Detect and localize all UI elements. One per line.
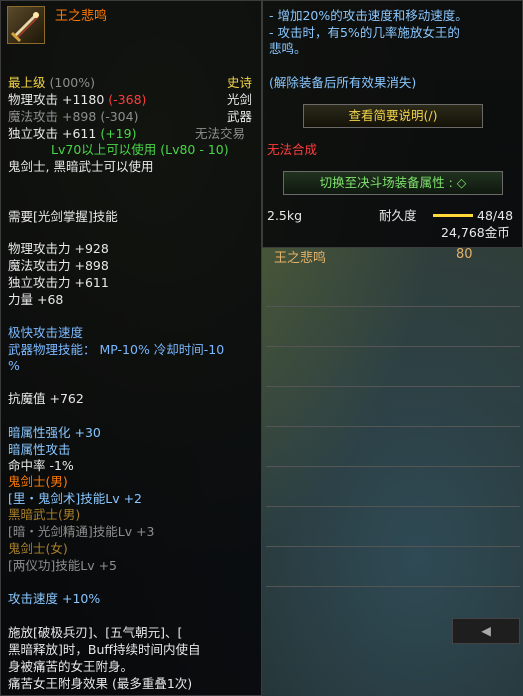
list-slot[interactable] <box>266 356 520 387</box>
list-row-value: 80 <box>456 247 473 262</box>
stat-str: 力量 +68 <box>8 292 64 307</box>
list-slot[interactable] <box>266 436 520 467</box>
desc-line-3: 身被痛苦的女王附身。 <box>8 659 134 674</box>
desc-line-4: 痛苦女王附身效果 (最多重叠1次) <box>8 676 193 691</box>
sword-icon <box>7 6 45 44</box>
prev-page-arrow-icon[interactable]: ◀ <box>452 618 520 644</box>
class-dark-skill: [暗・光剑精通]技能Lv +3 <box>8 524 155 539</box>
stat-indep: 独立攻击力 +611 <box>8 275 109 290</box>
desc-line-1: 施放[破极兵刃]、[五气朝元]、[ <box>8 625 183 640</box>
class-female: 鬼剑士(女) <box>8 541 68 556</box>
class-requirement: 鬼剑士, 黑暗武士可以使用 <box>8 159 154 174</box>
level-requirement: Lv70以上可以使用 (Lv80 - 10) <box>51 142 229 157</box>
list-slot[interactable] <box>266 516 520 547</box>
switch-pvp-stats-button[interactable]: 切换至决斗场装备属性 : ◇ <box>283 171 503 195</box>
mag-attack-line: 魔法攻击 +898 (-304) <box>8 109 139 124</box>
weapon-type: 光剑 <box>227 92 253 107</box>
list-row-name: 王之悲鸣 <box>274 251 327 266</box>
item-tooltip-extra: - 增加20%的攻击速度和移动速度。 - 攻击时，有5%的几率施放女王的 悲鸣。… <box>262 0 523 248</box>
item-rarity: 史诗 <box>227 75 253 90</box>
durability-label: 耐久度 <box>379 208 417 223</box>
skill-requirement: 需要[光剑掌握]技能 <box>8 209 118 224</box>
item-category: 武器 <box>227 109 253 124</box>
dark-boost: 暗属性强化 +30 <box>8 425 101 440</box>
list-slot[interactable] <box>266 276 520 307</box>
unequip-note: (解除装备后所有效果消失) <box>269 75 417 90</box>
class-male-skill: [里・鬼剑术]技能Lv +2 <box>8 491 143 506</box>
item-tooltip-main: 王之悲鸣 最上级 (100%) 史诗 物理攻击 +1180 (-368) 光剑 魔… <box>0 0 262 696</box>
speed-title: 极快攻击速度 <box>8 325 84 340</box>
skill-cooldown-line: 武器物理技能： MP-10% 冷却时间-10 <box>8 342 225 357</box>
trade-status: 无法交易 <box>195 126 246 141</box>
list-slot[interactable] <box>266 316 520 347</box>
skill-cooldown-wrap: % <box>8 358 20 373</box>
attack-speed: 攻击速度 +10% <box>8 591 101 606</box>
dark-attack: 暗属性攻击 <box>8 442 71 457</box>
durability-bar <box>433 214 473 217</box>
phys-attack-line: 物理攻击 +1180 (-368) <box>8 92 147 107</box>
item-name: 王之悲鸣 <box>55 9 108 24</box>
list-slot[interactable] <box>266 556 520 587</box>
effect-line-2: - 攻击时，有5%的几率施放女王的 <box>269 25 460 40</box>
list-slot[interactable] <box>266 476 520 507</box>
indep-attack-line: 独立攻击 +611 (+19) <box>8 126 137 141</box>
effect-line-3: 悲鸣。 <box>269 41 307 56</box>
item-grade: 最上级 (100%) <box>8 75 96 90</box>
stat-phys: 物理攻击力 +928 <box>8 241 109 256</box>
class-dark: 黑暗武士(男) <box>8 507 81 522</box>
list-row[interactable]: 王之悲鸣 80 <box>268 246 518 266</box>
class-female-skill: [两仪功]技能Lv +5 <box>8 558 118 573</box>
effect-line-1: - 增加20%的攻击速度和移动速度。 <box>269 8 468 23</box>
item-weight: 2.5kg <box>267 208 303 223</box>
hit-rate: 命中率 -1% <box>8 458 74 473</box>
item-price: 24,768金币 <box>441 225 510 240</box>
view-summary-button[interactable]: 查看简要说明(/) <box>303 104 483 128</box>
desc-line-2: 黑暗释放]时，Buff持续时间内使自 <box>8 642 201 657</box>
magic-resist: 抗魔值 +762 <box>8 391 84 406</box>
durability-value: 48/48 <box>477 208 514 223</box>
class-male: 鬼剑士(男) <box>8 474 68 489</box>
no-synthesis: 无法合成 <box>267 142 318 157</box>
stat-mag: 魔法攻击力 +898 <box>8 258 109 273</box>
list-slot[interactable] <box>266 396 520 427</box>
